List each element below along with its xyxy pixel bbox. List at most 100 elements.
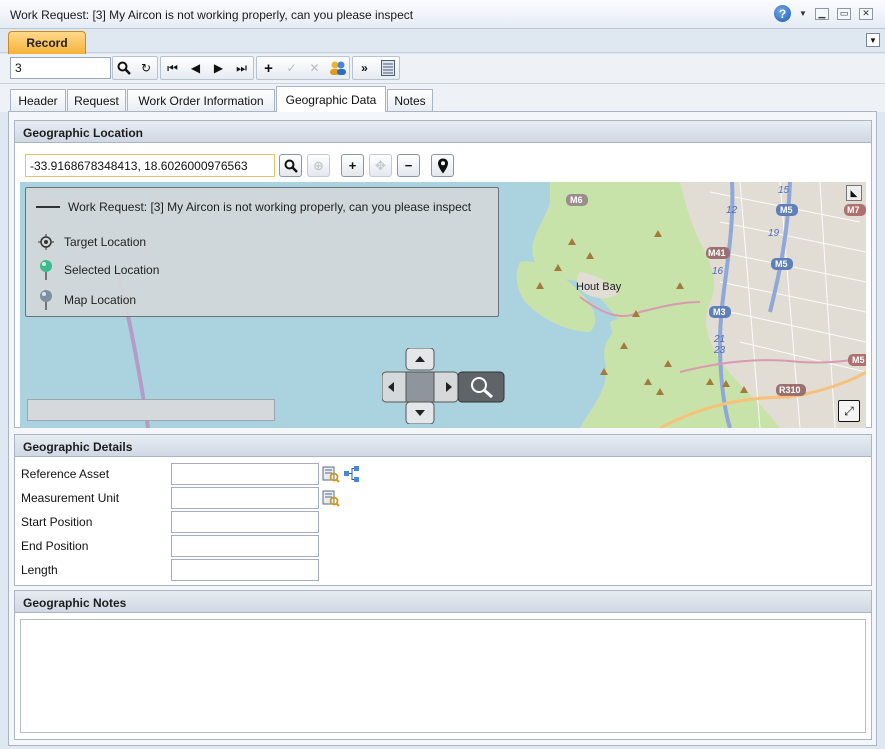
window-controls: ? ▼ ▁ ▭ ✕ <box>774 5 873 22</box>
measurement-unit-row: Measurement Unit <box>21 487 340 509</box>
map-location-pin-icon <box>40 290 52 310</box>
next-record-icon[interactable]: ▶ <box>207 57 230 79</box>
map-route-label-m3: M3 <box>713 307 726 317</box>
legend-row-map-location: Map Location <box>36 289 136 311</box>
list-view-icon[interactable] <box>376 57 399 79</box>
remove-point-button[interactable]: − <box>397 154 420 177</box>
add-point-button[interactable]: + <box>341 154 364 177</box>
last-record-icon[interactable]: ⏭ <box>230 57 253 79</box>
target-icon <box>38 234 54 250</box>
end-position-label: End Position <box>21 539 89 553</box>
legend-row-work-request: Work Request: [3] My Aircon is not worki… <box>36 200 471 214</box>
map-pan-control[interactable] <box>381 347 506 427</box>
tab-notes[interactable]: Notes <box>387 89 433 111</box>
map-route-label-m41: M41 <box>708 248 726 258</box>
geographic-data-content: Geographic Location -33.9168678348413, 1… <box>8 112 877 746</box>
reference-asset-label: Reference Asset <box>21 467 110 481</box>
map-route-label-m5-3: M5 <box>852 355 865 365</box>
tab-work-order-information[interactable]: Work Order Information <box>127 89 275 111</box>
geographic-location-heading: Geographic Location <box>15 121 871 143</box>
record-toolbar: 3 ↻ ⏮ ◀ ▶ ⏭ + ✓ ✕ » <box>0 54 885 84</box>
line-icon <box>36 206 60 208</box>
locate-search-button[interactable] <box>279 154 302 177</box>
previous-record-icon[interactable]: ◀ <box>184 57 207 79</box>
legend-row-target: Target Location <box>36 233 146 251</box>
more-group: » <box>352 56 400 80</box>
navigation-group: ⏮ ◀ ▶ ⏭ <box>160 56 254 80</box>
tab-record[interactable]: Record <box>8 31 86 54</box>
add-icon[interactable]: + <box>257 57 280 79</box>
map-view[interactable]: M6 M5 M7 M41 M5 M3 M5 R310 15 12 19 16 2… <box>20 182 866 428</box>
map-route-label-r310: R310 <box>779 385 801 395</box>
map-legend: Work Request: [3] My Aircon is not worki… <box>25 187 499 317</box>
reference-asset-field[interactable] <box>171 463 319 485</box>
window-titlebar: Work Request: [3] My Aircon is not worki… <box>0 0 885 29</box>
map-pin-button[interactable] <box>431 154 454 177</box>
save-check-icon[interactable]: ✓ <box>280 57 303 79</box>
record-number-input[interactable]: 3 <box>10 57 111 79</box>
geographic-notes-panel: Geographic Notes <box>14 590 872 740</box>
move-point-button[interactable]: ✥ <box>369 154 392 177</box>
search-group: ↻ <box>112 56 158 80</box>
double-chevron-right-icon[interactable]: » <box>353 57 376 79</box>
length-label: Length <box>21 563 58 577</box>
map-route-label-m6: M6 <box>570 195 583 205</box>
tab-geographic-data[interactable]: Geographic Data <box>276 86 386 112</box>
refresh-icon[interactable]: ↻ <box>135 57 157 79</box>
target-location-button[interactable]: ⊕ <box>307 154 330 177</box>
end-position-field[interactable] <box>171 535 319 557</box>
geographic-notes-heading: Geographic Notes <box>15 591 871 613</box>
first-record-icon[interactable]: ⏮ <box>161 57 184 79</box>
map-route-label-m5-2: M5 <box>775 259 788 269</box>
fullscreen-icon[interactable]: ⤢ <box>838 400 860 422</box>
map-exit-number: 21 <box>713 334 725 345</box>
unit-picker-icon[interactable] <box>322 489 340 507</box>
map-exit-number: 19 <box>768 228 780 239</box>
tab-header[interactable]: Header <box>10 89 66 111</box>
search-icon[interactable] <box>113 57 135 79</box>
length-row: Length <box>21 559 319 581</box>
cancel-icon[interactable]: ✕ <box>303 57 326 79</box>
asset-picker-icon[interactable] <box>322 465 340 483</box>
coordinates-input[interactable]: -33.9168678348413, 18.6026000976563 <box>25 154 275 177</box>
end-position-row: End Position <box>21 535 319 557</box>
close-button[interactable]: ✕ <box>859 7 873 20</box>
legend-row-selected: Selected Location <box>36 259 159 281</box>
selected-pin-icon <box>40 260 52 280</box>
window-title: Work Request: [3] My Aircon is not worki… <box>10 8 414 22</box>
tab-request[interactable]: Request <box>67 89 126 111</box>
start-position-field[interactable] <box>171 511 319 533</box>
record-tabs: Header Request Work Order Information Ge… <box>0 84 885 112</box>
top-tabstrip: Record ▼ <box>0 29 885 54</box>
map-route-label-m5: M5 <box>780 205 793 215</box>
legend-target-label: Target Location <box>64 235 147 249</box>
minimize-button[interactable]: ▁ <box>815 7 829 20</box>
map-exit-number: 12 <box>726 205 738 216</box>
length-field[interactable] <box>171 559 319 581</box>
start-position-row: Start Position <box>21 511 319 533</box>
edit-group: + ✓ ✕ <box>256 56 350 80</box>
hierarchy-tree-icon[interactable] <box>343 465 361 483</box>
restore-button[interactable]: ▭ <box>837 7 851 20</box>
chevron-down-icon[interactable]: ▼ <box>799 9 807 18</box>
map-place-label: Hout Bay <box>576 281 622 293</box>
map-exit-number: 15 <box>778 185 790 196</box>
legend-line-label: Work Request: [3] My Aircon is not worki… <box>68 200 472 214</box>
measurement-unit-label: Measurement Unit <box>21 491 120 505</box>
map-options-icon[interactable]: ◣ <box>846 185 862 201</box>
reference-asset-row: Reference Asset <box>21 463 361 485</box>
start-position-label: Start Position <box>21 515 93 529</box>
collapse-toggle-icon[interactable]: ▼ <box>866 33 880 47</box>
geographic-location-panel: Geographic Location -33.9168678348413, 1… <box>14 120 872 428</box>
help-icon[interactable]: ? <box>774 5 791 22</box>
map-route-label-m7: M7 <box>847 205 860 215</box>
geographic-details-panel: Geographic Details Reference Asset Measu… <box>14 434 872 586</box>
legend-map-location-label: Map Location <box>64 293 137 307</box>
geographic-notes-textarea[interactable] <box>20 619 866 733</box>
users-icon[interactable] <box>326 57 349 79</box>
map-exit-number: 23 <box>713 345 726 356</box>
geographic-details-heading: Geographic Details <box>15 435 871 457</box>
map-status-bar <box>27 399 275 421</box>
measurement-unit-field[interactable] <box>171 487 319 509</box>
legend-selected-label: Selected Location <box>64 263 160 277</box>
